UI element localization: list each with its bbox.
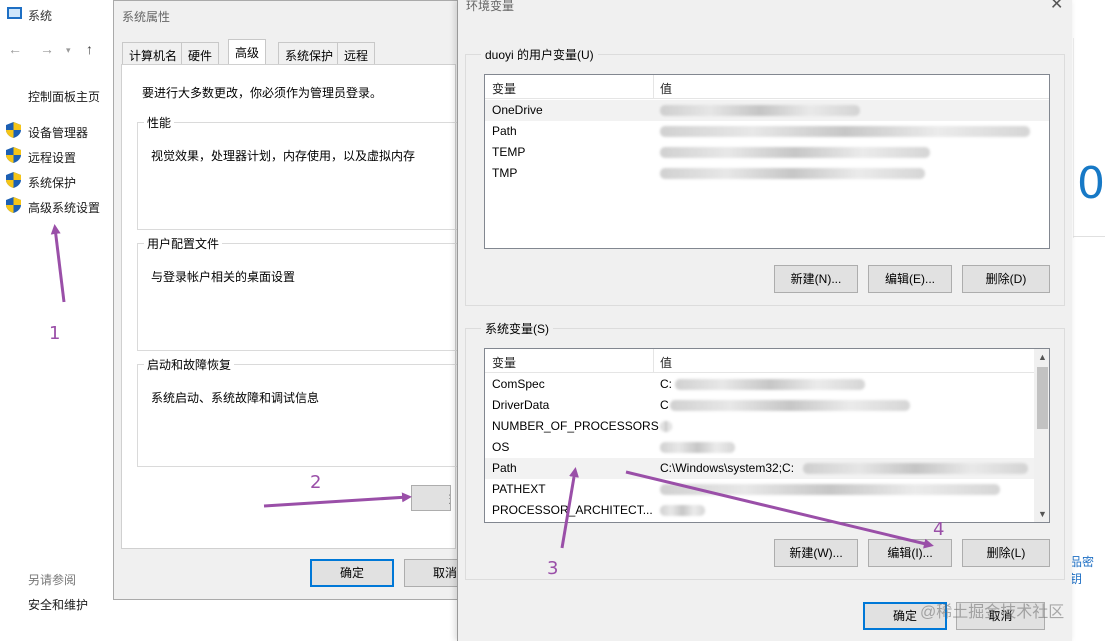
annotation-label-3: 3 — [547, 558, 559, 579]
annotation-overlay — [50, 224, 934, 549]
annotation-arrow-3 — [560, 467, 579, 549]
annotation-arrow-4 — [625, 470, 934, 549]
annotation-label-4: 4 — [933, 519, 945, 540]
annotation-label-2: 2 — [310, 472, 322, 493]
annotation-arrow-2 — [263, 492, 412, 508]
annotation-arrow-1 — [50, 224, 66, 303]
watermark: @稀土掘金技术社区 — [920, 604, 1065, 621]
annotation-label-1: 1 — [49, 323, 61, 344]
